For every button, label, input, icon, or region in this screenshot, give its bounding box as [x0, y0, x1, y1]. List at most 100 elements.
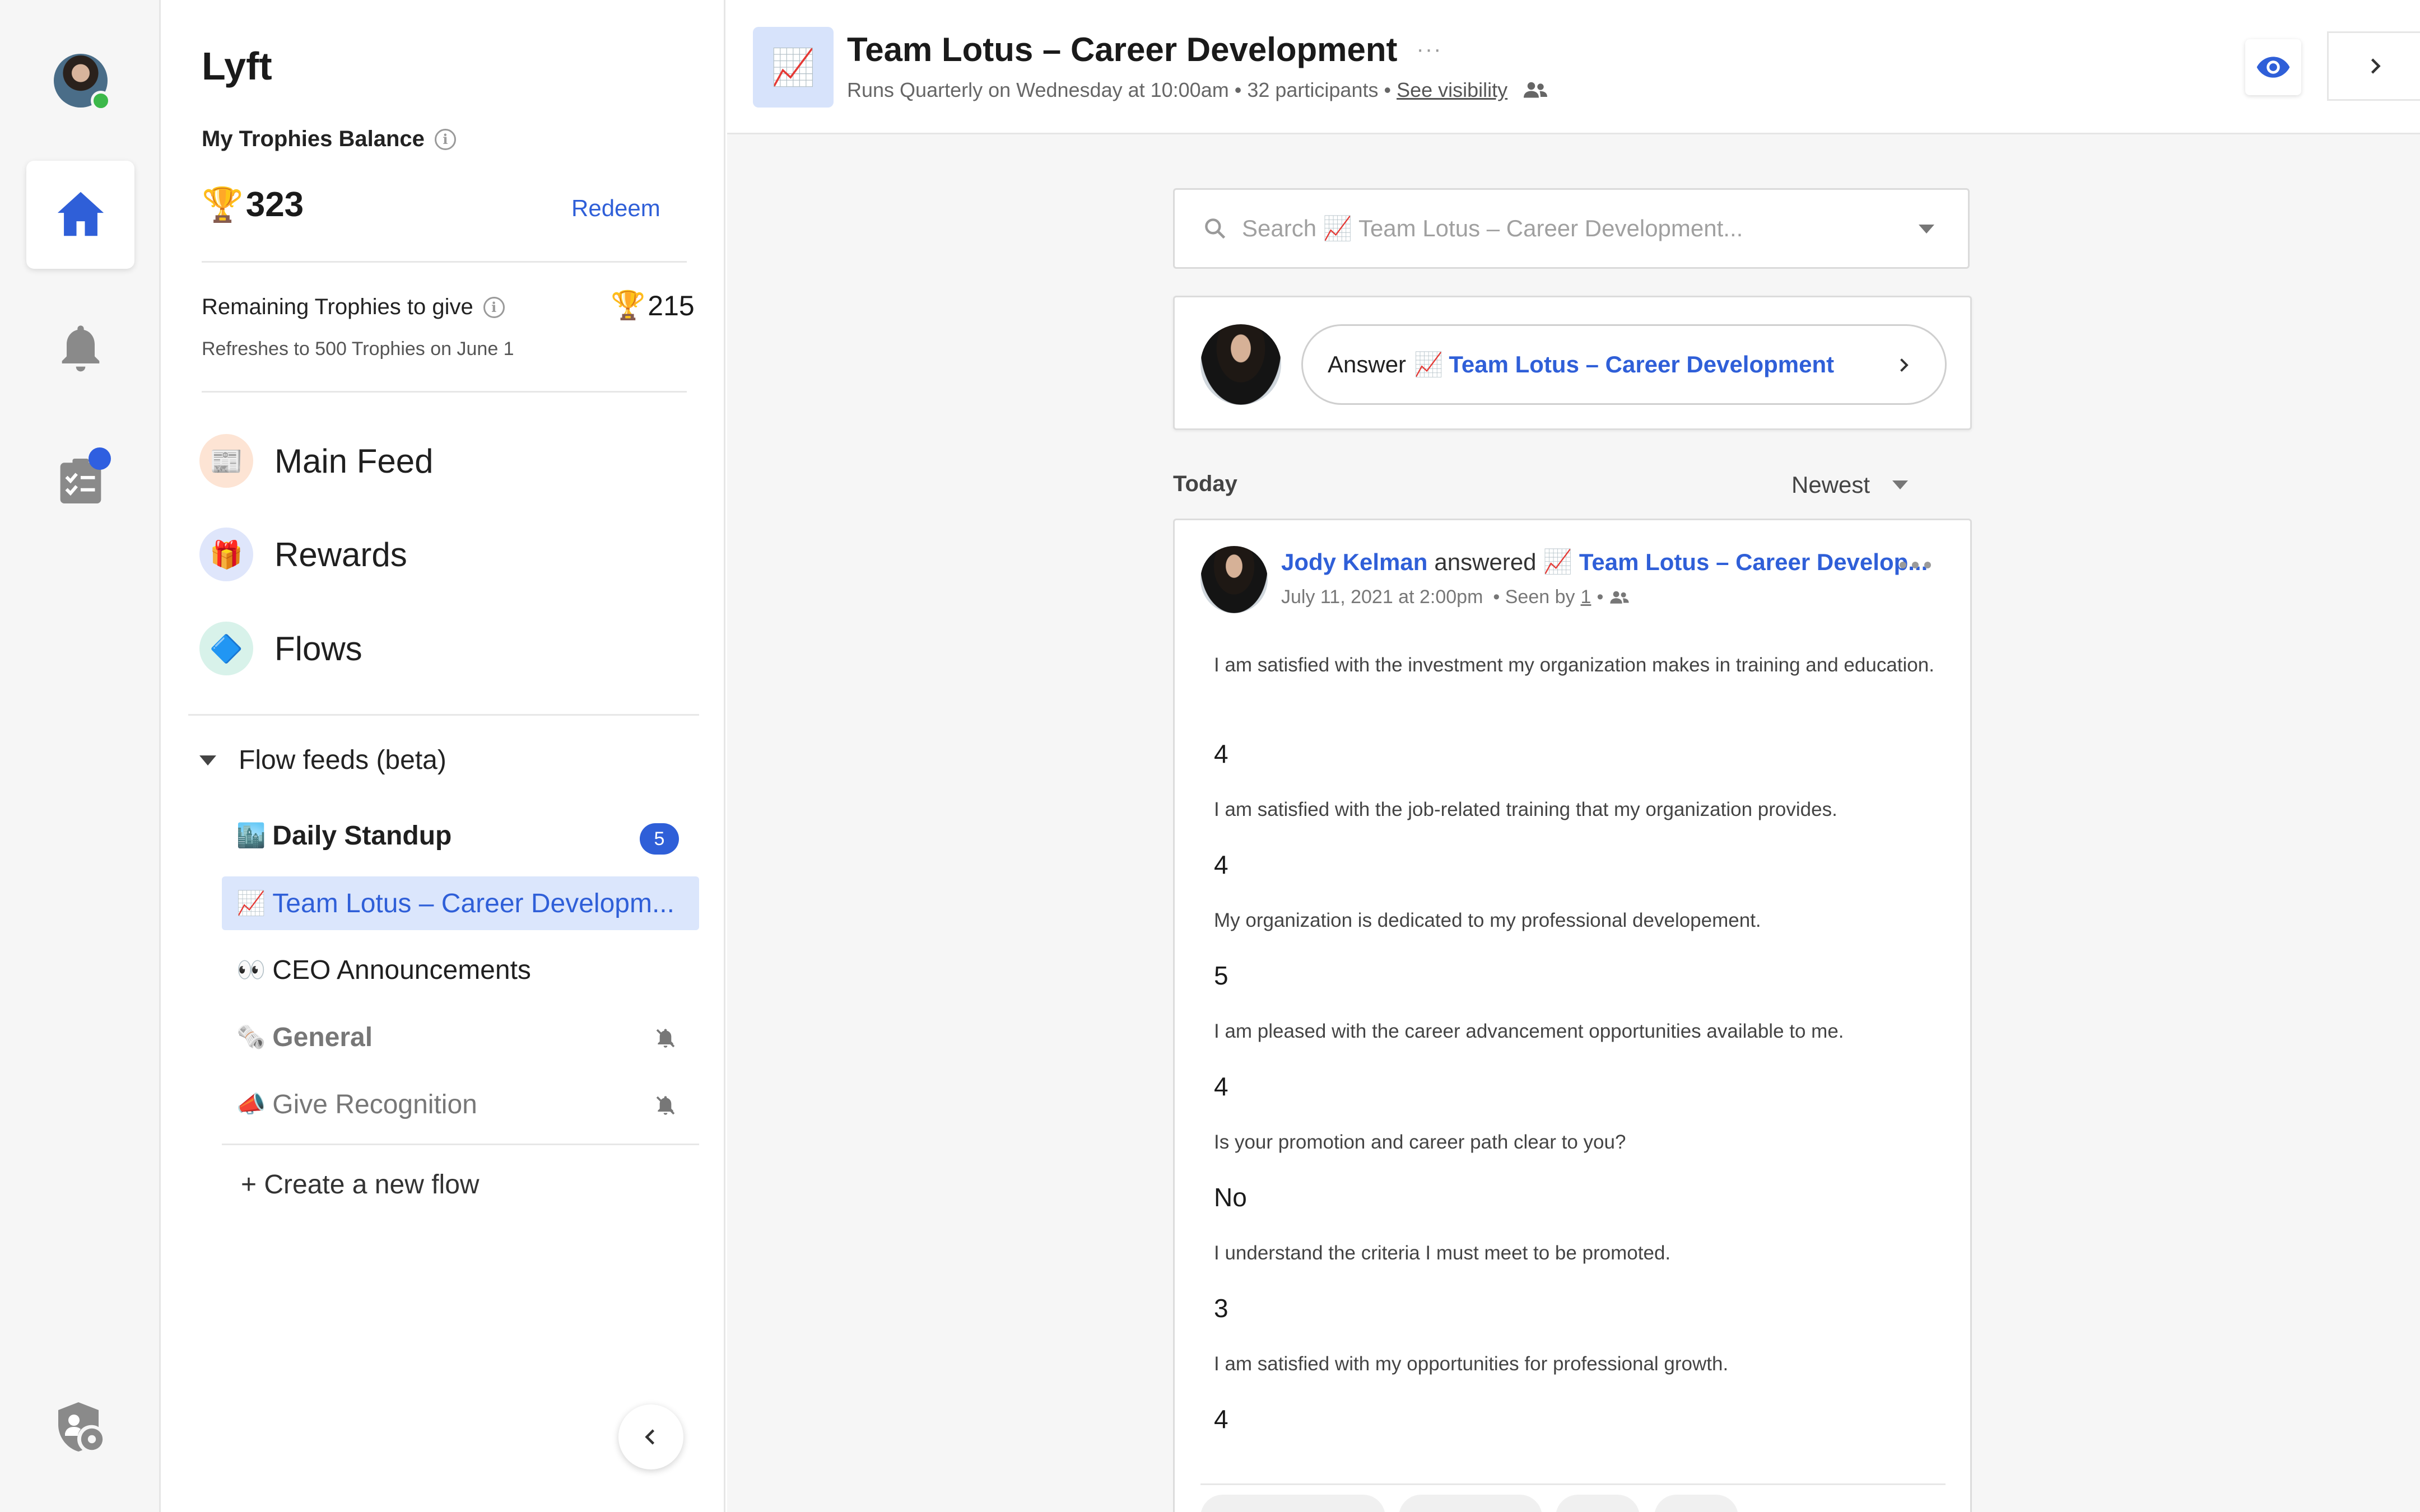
trophies-balance-text: My Trophies Balance — [202, 127, 425, 151]
response-answer-block: 5 — [1214, 960, 1942, 991]
remaining-trophies-value: 215 — [648, 290, 695, 321]
dropdown-caret-icon[interactable] — [1919, 225, 1934, 234]
avatar-image — [1200, 546, 1268, 613]
info-icon[interactable]: i — [434, 128, 456, 150]
notifications-button[interactable] — [58, 324, 103, 377]
expand-panel-button[interactable] — [2327, 31, 2420, 101]
response-question: My organization is dedicated to my profe… — [1214, 909, 1761, 931]
chart-increasing-icon: 📈 — [236, 889, 266, 916]
flow-title-text: Team Lotus – Career Development — [847, 31, 1398, 68]
create-flow-link[interactable]: + Create a new flow — [241, 1169, 480, 1200]
nav-label: Flows — [274, 629, 362, 668]
see-visibility-link[interactable]: See visibility — [1397, 78, 1507, 102]
response-item: I am pleased with the career advancement… — [1214, 1015, 1942, 1048]
remaining-trophies-text: Remaining Trophies to give — [202, 295, 473, 319]
post-flow-link[interactable]: Team Lotus – Career Develop... — [1579, 549, 1928, 576]
chart-increasing-icon: 📈 — [753, 27, 834, 108]
newspaper-icon: 📰 — [199, 434, 253, 488]
response-question: I understand the criteria I must meet to… — [1214, 1242, 1671, 1264]
divider — [202, 391, 687, 393]
flow-item-label: Team Lotus – Career Developm... — [272, 888, 674, 918]
search-input[interactable] — [1242, 215, 1914, 242]
flow-schedule: Runs Quarterly on Wednesday at 10:00am — [847, 78, 1229, 101]
user-avatar[interactable] — [54, 54, 111, 111]
main-content: 📈 Team Lotus – Career Development ··· Ru… — [727, 0, 2420, 1512]
chevron-right-icon — [1900, 358, 1909, 372]
response-item: I understand the criteria I must meet to… — [1214, 1237, 1942, 1270]
chevron-left-icon — [645, 1429, 655, 1445]
flow-item-give-recognition[interactable]: 📣 Give Recognition — [222, 1077, 699, 1131]
home-button[interactable] — [26, 161, 134, 269]
flow-menu-button[interactable]: ··· — [1417, 37, 1442, 62]
post-verb: answered — [1434, 548, 1537, 575]
flow-item-team-lotus[interactable]: 📈 Team Lotus – Career Developm... — [222, 876, 699, 930]
muted-bell-icon — [656, 1029, 675, 1048]
gift-icon: 🎁 — [199, 528, 253, 581]
response-question: I am satisfied with my opportunities for… — [1214, 1353, 1729, 1375]
flow-feeds-label: Flow feeds (beta) — [239, 745, 446, 775]
info-icon[interactable]: i — [483, 296, 505, 318]
response-answer: No — [1214, 1183, 1247, 1212]
reaction-button[interactable] — [1654, 1495, 1738, 1512]
flow-item-label: General — [272, 1022, 373, 1052]
flow-item-general[interactable]: 🗞️ General — [222, 1010, 699, 1064]
chart-increasing-icon: 📈 — [1414, 351, 1444, 377]
post-footer-divider — [1200, 1483, 1946, 1485]
avatar-image — [1200, 324, 1281, 405]
response-item: My organization is dedicated to my profe… — [1214, 904, 1942, 937]
seen-by-label: • Seen by — [1493, 586, 1575, 608]
chevron-right-icon — [2371, 58, 2381, 74]
eyes-icon: 👀 — [236, 956, 266, 983]
divider — [202, 261, 687, 263]
admin-shield-icon — [58, 1402, 103, 1452]
flow-item-label: Daily Standup — [272, 820, 452, 851]
megaphone-icon: 📣 — [236, 1090, 266, 1117]
response-answer: 4 — [1214, 850, 1228, 879]
reaction-button[interactable] — [1399, 1495, 1542, 1512]
flow-search-bar[interactable] — [1173, 188, 1970, 269]
post-menu-button[interactable] — [1900, 562, 1931, 568]
sort-label: Newest — [1791, 472, 1870, 498]
unread-count-badge: 5 — [640, 823, 679, 855]
trophy-icon: 🏆 — [202, 186, 244, 223]
flow-item-daily-standup[interactable]: 🏙️ Daily Standup 5 — [222, 809, 699, 862]
sidebar: Lyft My Trophies Balance i 🏆 323 Redeem … — [162, 0, 725, 1512]
admin-settings-button[interactable] — [54, 1400, 108, 1459]
nav-main-feed[interactable]: 📰 Main Feed — [199, 434, 433, 488]
collapse-sidebar-button[interactable] — [618, 1404, 683, 1469]
response-answer-block: 4 — [1214, 850, 1942, 880]
refresh-note: Refreshes to 500 Trophies on June 1 — [202, 338, 514, 360]
sort-dropdown[interactable]: Newest — [1791, 472, 1909, 498]
flow-item-ceo-announcements[interactable]: 👀 CEO Announcements — [222, 943, 699, 997]
post-author-link[interactable]: Jody Kelman — [1281, 549, 1427, 576]
post-author-avatar[interactable] — [1200, 546, 1268, 613]
redeem-link[interactable]: Redeem — [571, 195, 660, 222]
chart-increasing-icon: 📈 — [1543, 548, 1572, 575]
flows-icon: 🔷 — [199, 622, 253, 675]
people-icon — [1524, 82, 1548, 98]
trophies-balance-label: My Trophies Balance i — [202, 127, 456, 152]
nav-flows[interactable]: 🔷 Flows — [199, 622, 362, 675]
company-name: Lyft — [202, 44, 272, 88]
nav-rewards[interactable]: 🎁 Rewards — [199, 528, 407, 581]
response-answer: 4 — [1214, 739, 1228, 768]
trophies-balance: 🏆 323 — [202, 185, 304, 225]
cityscape-icon: 🏙️ — [236, 822, 266, 848]
answer-flow-button[interactable]: Answer 📈 Team Lotus – Career Development — [1301, 324, 1947, 405]
flow-feeds-toggle[interactable]: Flow feeds (beta) — [199, 745, 446, 776]
reaction-button[interactable] — [1556, 1495, 1640, 1512]
trophy-icon: 🏆 — [611, 290, 646, 321]
visibility-button[interactable] — [2245, 39, 2301, 95]
reaction-button[interactable] — [1200, 1495, 1385, 1512]
flow-subtitle: Runs Quarterly on Wednesday at 10:00am •… — [847, 78, 1549, 102]
separator: • — [1234, 78, 1242, 101]
feed-post: Jody Kelman answered 📈 Team Lotus – Care… — [1173, 519, 1972, 1512]
tasks-button[interactable] — [58, 447, 111, 508]
flow-participants: 32 participants — [1247, 78, 1379, 101]
eye-icon — [2256, 57, 2290, 78]
post-header: Jody Kelman answered 📈 Team Lotus – Care… — [1281, 548, 1928, 576]
seen-by-count[interactable]: 1 — [1581, 586, 1591, 608]
answer-flow-card: Answer 📈 Team Lotus – Career Development — [1173, 296, 1972, 430]
online-status-dot — [91, 91, 111, 111]
response-question: I am satisfied with the job-related trai… — [1214, 799, 1837, 820]
